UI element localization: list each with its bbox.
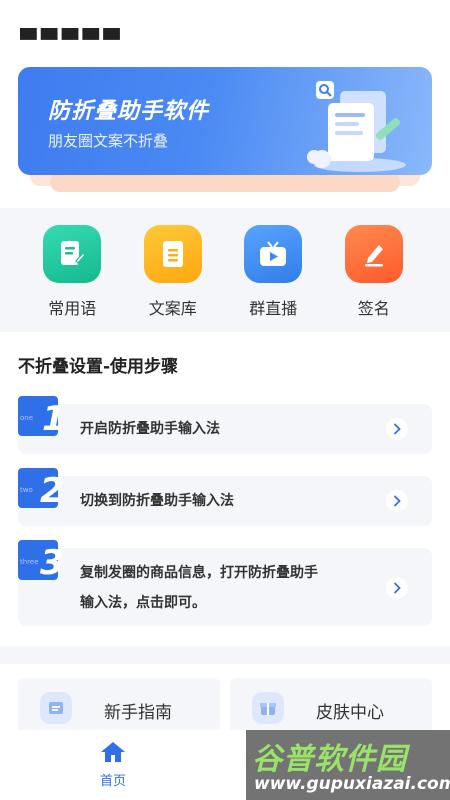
pen-sign-icon [344, 225, 403, 283]
section-divider [0, 646, 450, 664]
feature-copy-library[interactable]: 文案库 [123, 225, 224, 319]
step-text-line1: 复制发圈的商品信息，打开防折叠助手 [80, 565, 318, 581]
watermark-url: www.gupuxiazai.com [254, 774, 450, 794]
feature-label: 常用语 [48, 299, 97, 318]
feature-label: 文案库 [148, 299, 197, 318]
chevron-right-icon[interactable] [386, 418, 408, 440]
svg-text:3: 3 [40, 543, 62, 582]
section-title: 不折叠设置-使用步骤 [18, 357, 179, 377]
banner-shadow-inner [50, 172, 400, 192]
top-cutoff-text: ■■■■■ [18, 28, 122, 43]
tv-play-icon [244, 225, 303, 283]
tab-label: 首页 [99, 774, 126, 789]
tab-home[interactable]: 首页 [83, 740, 143, 789]
feature-label: 签名 [357, 299, 390, 318]
document-icon [143, 225, 202, 283]
svg-text:2: 2 [40, 471, 62, 510]
banner-subtitle: 朋友圈文案不折叠 [48, 132, 169, 150]
guide-icon [40, 692, 72, 724]
step-text: 开启防折叠助手输入法 [80, 421, 220, 437]
step-number-2: 2 two [18, 468, 62, 510]
svg-text:three: three [20, 558, 39, 566]
feature-common-phrases[interactable]: 常用语 [22, 225, 123, 319]
promo-banner[interactable]: 防折叠助手软件 朋友圈文案不折叠 [18, 67, 432, 175]
step-text: 切换到防折叠助手输入法 [80, 493, 234, 509]
card-label: 新手指南 [104, 703, 172, 723]
document-illustration-icon [307, 81, 406, 172]
step-item-2[interactable]: 2 two 切换到防折叠助手输入法 [18, 468, 432, 526]
card-label: 皮肤中心 [316, 703, 384, 723]
banner-title: 防折叠助手软件 [48, 99, 210, 124]
step-item-3[interactable]: 3 three 复制发圈的商品信息，打开防折叠助手 输入法，点击即可。 [18, 540, 432, 626]
chevron-right-icon[interactable] [386, 490, 408, 512]
home-icon [101, 742, 125, 762]
step-text-line2: 输入法，点击即可。 [80, 595, 206, 611]
svg-text:1: 1 [42, 399, 62, 438]
watermark-logo-text: 谷普软件园 [252, 742, 407, 777]
feature-label: 群直播 [249, 299, 298, 318]
feature-grid: 常用语 文案库 群直播 签名 [0, 225, 450, 319]
watermark: 谷普软件园 www.gupuxiazai.com [246, 730, 450, 800]
step-number-3: 3 three [18, 540, 62, 582]
gift-icon [252, 692, 284, 724]
svg-text:two: two [20, 486, 33, 494]
edit-doc-icon [43, 225, 102, 283]
step-item-1[interactable]: 1 one 开启防折叠助手输入法 [18, 396, 432, 454]
svg-text:one: one [20, 414, 33, 422]
chevron-right-icon[interactable] [386, 577, 408, 599]
step-number-1: 1 one [18, 396, 62, 438]
feature-group-live[interactable]: 群直播 [223, 225, 324, 319]
feature-signature[interactable]: 签名 [324, 225, 425, 319]
